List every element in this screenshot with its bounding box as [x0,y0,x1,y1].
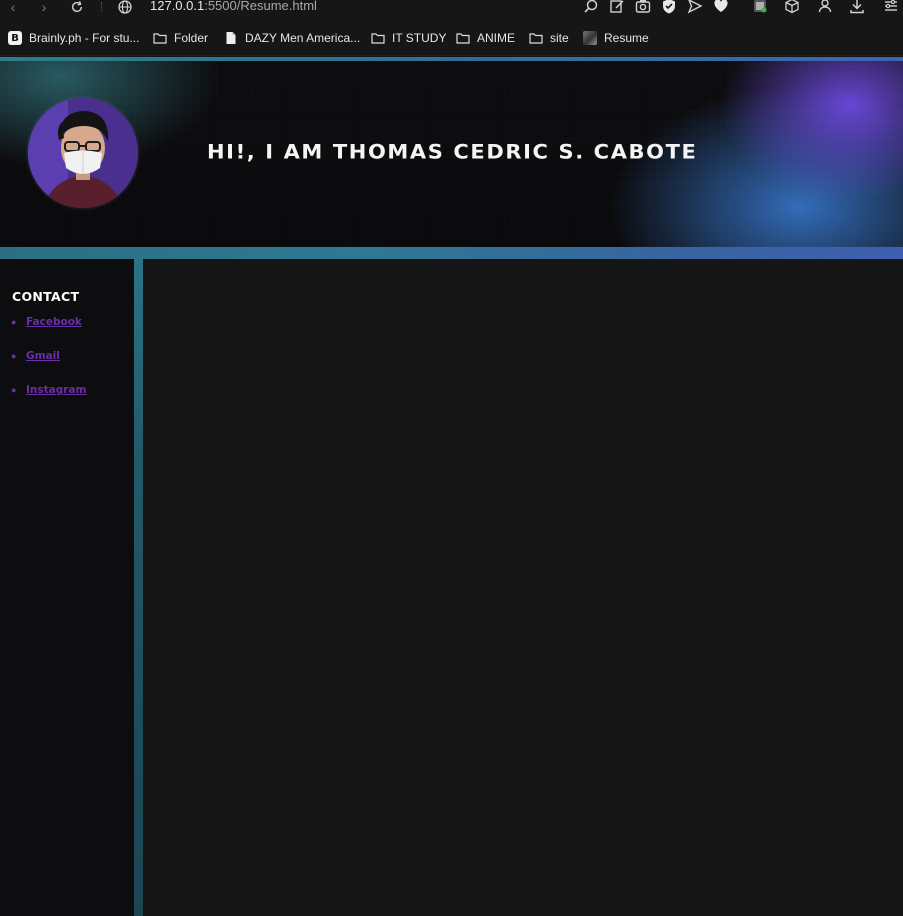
folder-icon [456,31,470,45]
shield-icon[interactable] [661,0,677,14]
bookmark-label: IT STUDY [392,31,447,45]
bookmark-label: site [550,31,569,45]
bookmark-label: Resume [604,31,649,45]
gmail-link[interactable]: Gmail [26,349,60,363]
resume-thumbnail-icon [583,31,597,45]
resume-page: HI!, I AM THOMAS CEDRIC S. CABOTE CONTAC… [0,57,903,916]
bookmark-resume[interactable]: Resume [583,29,649,47]
camera-icon[interactable] [635,0,651,14]
bookmark-dazy[interactable]: DAZY Men America... [224,29,360,47]
bookmark-label: Folder [174,31,209,45]
reload-icon[interactable] [69,0,85,14]
contact-list: ● Facebook ● Gmail ● Instagram [11,315,86,417]
document-icon [224,31,238,45]
profile-icon[interactable] [817,0,833,14]
extension-icon[interactable] [752,0,768,14]
url-field[interactable]: 127.0.0.1:5500/Resume.html [150,0,317,13]
bookmark-label: DAZY Men America... [245,31,361,45]
bookmark-anime[interactable]: ANIME [456,29,515,47]
globe-icon[interactable] [117,0,133,15]
bookmark-folder[interactable]: Folder [153,29,208,47]
cube-icon[interactable] [784,0,800,14]
contact-sidebar: CONTACT ● Facebook ● Gmail ● Instagram [0,259,134,916]
bullet-icon: ● [11,385,17,395]
instagram-link[interactable]: Instagram [26,383,86,397]
hero-banner: HI!, I AM THOMAS CEDRIC S. CABOTE [0,57,903,259]
bookmark-label: Brainly.ph - For stu... [29,31,140,45]
brainly-icon: B [8,31,22,45]
folder-icon [153,31,167,45]
url-host: 127.0.0.1 [150,0,205,13]
toolbar-separator [101,2,103,12]
bullet-icon: ● [11,317,17,327]
back-arrow-icon[interactable]: ‹ [5,0,21,15]
main-content [143,259,903,916]
bookmark-site[interactable]: site [529,29,569,47]
hero-title: HI!, I AM THOMAS CEDRIC S. CABOTE [207,140,698,164]
bookmarks-bar: B Brainly.ph - For stu... Folder DAZY Me… [0,20,903,56]
contact-heading: CONTACT [12,289,80,304]
banner-bottom-border [0,247,903,259]
heart-icon[interactable] [713,0,729,14]
download-icon[interactable] [849,0,865,14]
settings-sliders-icon[interactable] [883,0,899,14]
facebook-link[interactable]: Facebook [26,315,82,329]
banner-top-border [0,57,903,61]
search-icon[interactable] [583,0,599,14]
contact-item-gmail: ● Gmail [11,349,86,383]
forward-arrow-icon[interactable]: › [37,0,51,15]
sidebar-divider [134,259,143,916]
send-icon[interactable] [687,0,703,14]
folder-icon [529,31,543,45]
bookmark-brainly[interactable]: B Brainly.ph - For stu... [8,29,139,47]
contact-item-facebook: ● Facebook [11,315,86,349]
bookmark-label: ANIME [477,31,516,45]
folder-icon [371,31,385,45]
url-path: :5500/Resume.html [204,0,317,13]
contact-item-instagram: ● Instagram [11,383,86,417]
bookmark-it-study[interactable]: IT STUDY [371,29,446,47]
profile-photo [28,98,138,208]
browser-address-bar: ‹ › 127.0.0.1:5500/Resume.html [0,0,903,20]
bullet-icon: ● [11,351,17,361]
edit-icon[interactable] [609,0,625,14]
